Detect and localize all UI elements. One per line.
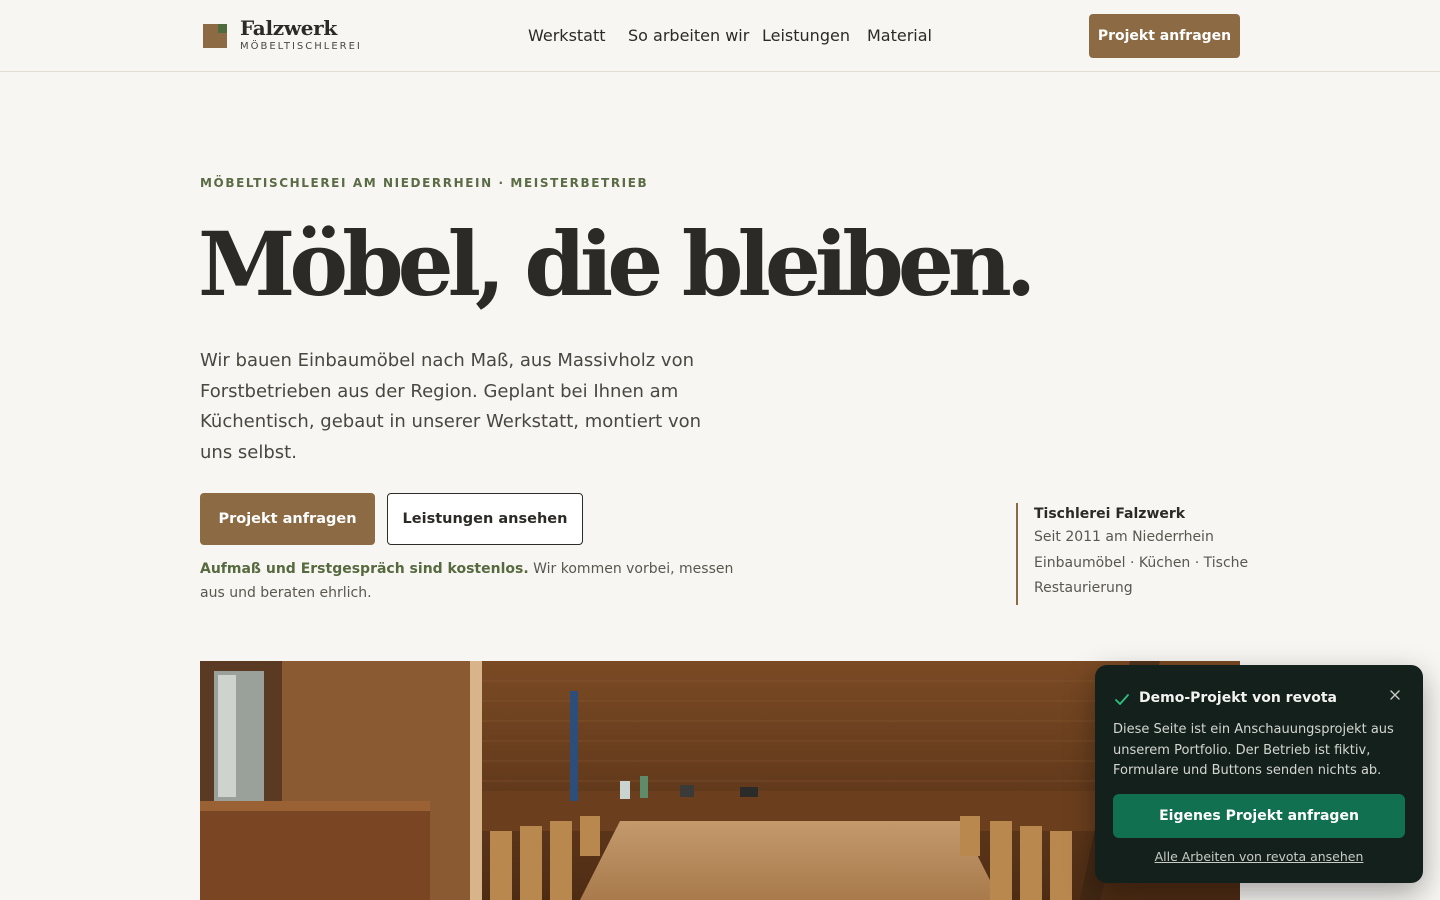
company-info-line: Restaurierung <box>1034 580 1133 596</box>
company-info-title: Tischlerei Falzwerk <box>1034 506 1186 522</box>
hero-lead: Wir bauen Einbaumöbel nach Maß, aus Mass… <box>200 350 702 464</box>
brand-name: Falzwerk <box>240 16 337 40</box>
logo-text: Falzwerk MÖBELTISCHLEREI <box>240 17 362 52</box>
hero-headline: Möbel, die bleiben. <box>198 212 1036 316</box>
project-request-button[interactable]: Projekt anfragen <box>200 493 375 545</box>
brand-logo[interactable]: Falzwerk MÖBELTISCHLEREI <box>203 17 362 52</box>
company-info: Tischlerei Falzwerk Seit 2011 am Niederr… <box>1016 503 1248 605</box>
workshop-photo <box>200 661 1240 900</box>
demo-notice-toast: Demo-Projekt von revota Diese Seite ist … <box>1095 665 1423 883</box>
nav-item-material[interactable]: Material <box>867 26 932 45</box>
company-info-line: Einbaumöbel · Küchen · Tische <box>1034 554 1249 571</box>
check-icon <box>1114 692 1130 711</box>
nav-item-werkstatt[interactable]: Werkstatt <box>528 26 606 45</box>
workshop-interior-image <box>200 661 1240 900</box>
hero-note: Aufmaß und Erstgespräch sind kostenlos. … <box>200 557 760 605</box>
toast-body: Diese Seite ist ein Anschauungsprojekt a… <box>1113 722 1394 779</box>
toast-title: Demo-Projekt von revota <box>1139 690 1337 706</box>
hero-eyebrow: MÖBELTISCHLEREI AM NIEDERRHEIN · MEISTER… <box>200 176 649 190</box>
own-project-request-button[interactable]: Eigenes Projekt anfragen <box>1113 794 1405 838</box>
view-services-button[interactable]: Leistungen ansehen <box>387 493 583 545</box>
hero-note-highlight: Aufmaß und Erstgespräch sind kostenlos. <box>200 561 529 577</box>
nav-item-leistungen[interactable]: Leistungen <box>762 26 850 45</box>
site-header: Falzwerk MÖBELTISCHLEREI Werkstatt So ar… <box>0 0 1440 72</box>
all-works-link[interactable]: Alle Arbeiten von revota ansehen <box>1095 849 1423 864</box>
nav-item-so-arbeiten-wir[interactable]: So arbeiten wir <box>628 26 749 45</box>
header-project-request-button[interactable]: Projekt anfragen <box>1089 14 1240 58</box>
brand-subtitle: MÖBELTISCHLEREI <box>240 41 362 52</box>
close-icon[interactable] <box>1389 689 1401 705</box>
logo-mark-icon <box>203 24 227 48</box>
company-info-line: Seit 2011 am Niederrhein <box>1034 529 1214 545</box>
